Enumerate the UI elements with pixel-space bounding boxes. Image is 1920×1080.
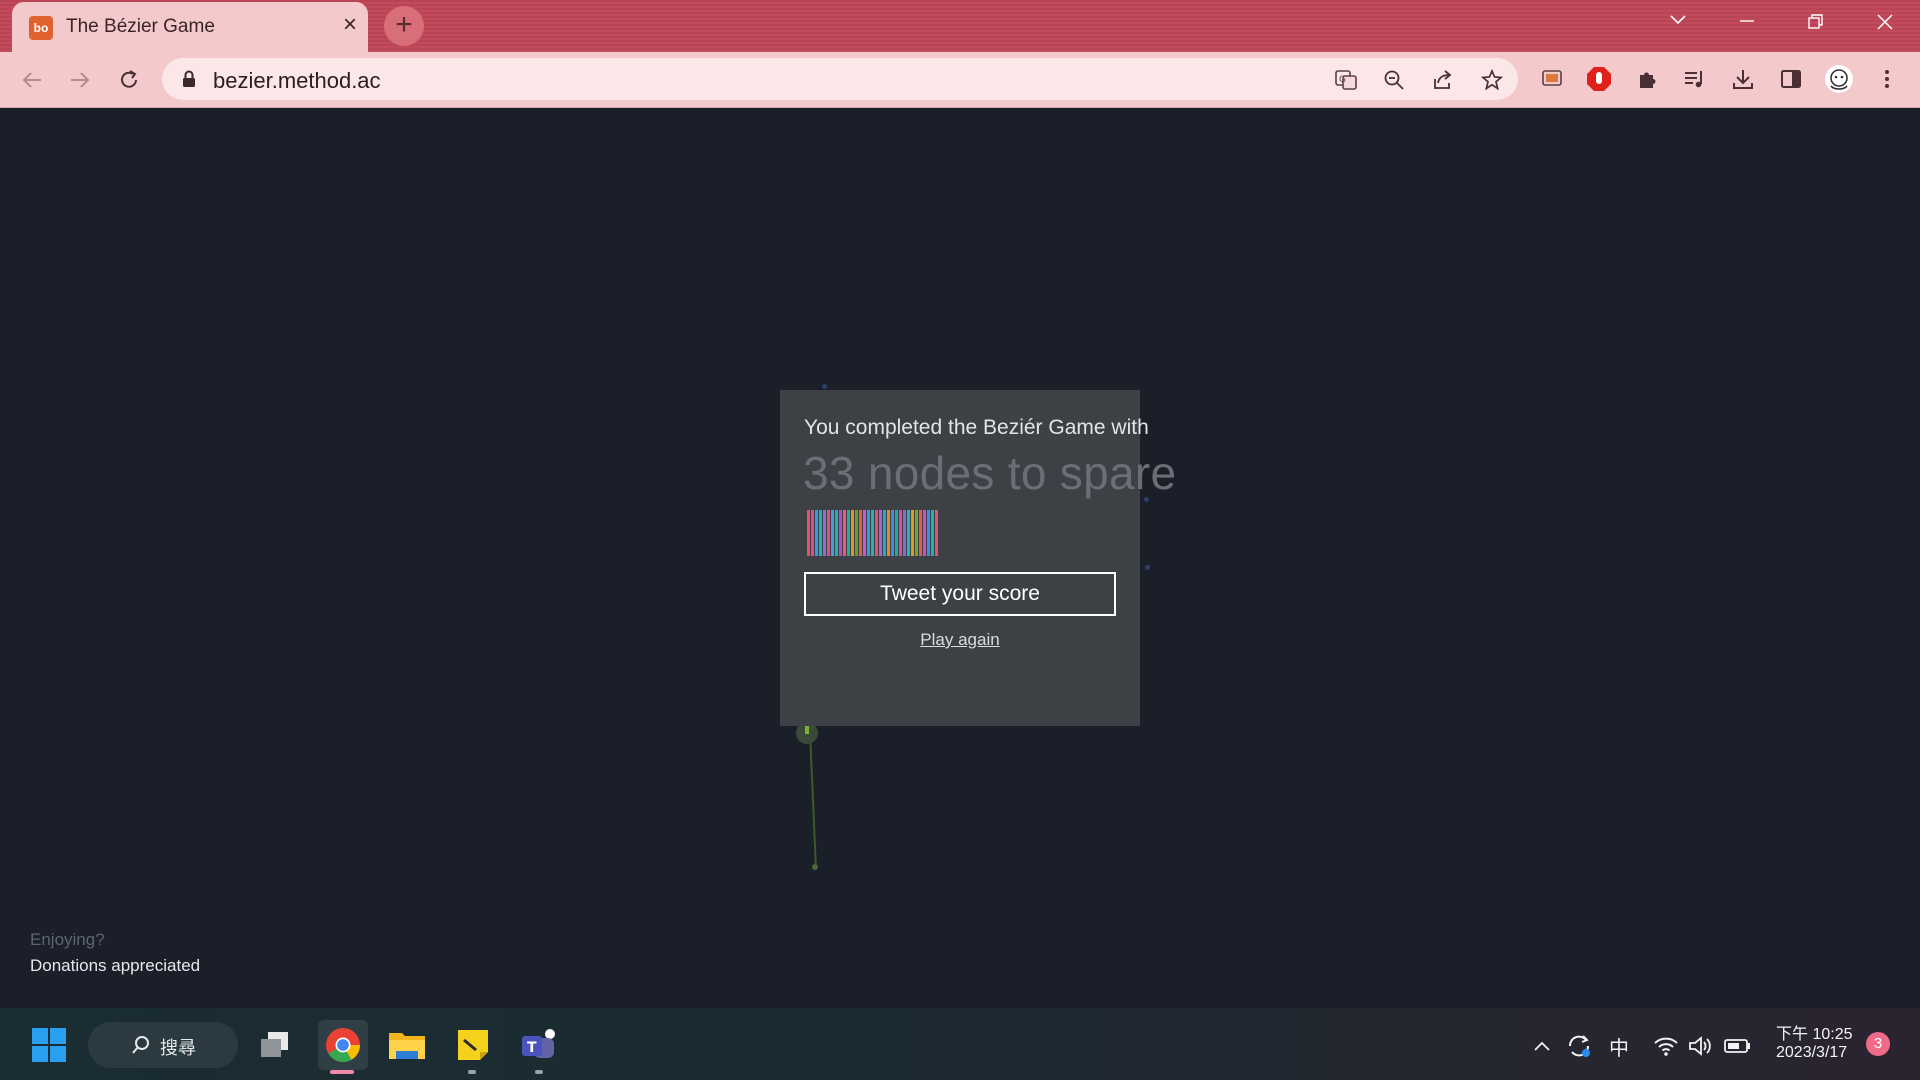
enjoying-label: Enjoying? (30, 930, 105, 949)
reload-button[interactable] (113, 64, 145, 96)
browser-toolbar: bezier.method.ac G (0, 52, 1920, 108)
clock-time[interactable]: 下午 10:25 (1776, 1020, 1853, 1044)
svg-text:T: T (527, 1040, 537, 1056)
downloads-icon[interactable] (1728, 64, 1758, 94)
score-bar-graphic (807, 510, 1007, 556)
ime-indicator[interactable]: 中 (1605, 1032, 1633, 1060)
score-bar (887, 510, 890, 556)
score-bar (911, 510, 914, 556)
sticky-notes-icon[interactable] (450, 1022, 496, 1068)
translate-icon[interactable]: G (1333, 67, 1359, 93)
taskbar-search[interactable]: 搜尋 (88, 1022, 238, 1068)
chrome-taskbar-icon[interactable] (318, 1020, 368, 1070)
new-tab-button[interactable]: + (384, 6, 424, 46)
score-bar (867, 510, 870, 556)
windows-start-icon[interactable] (26, 1022, 72, 1068)
curve-node (1145, 565, 1150, 570)
chrome-active-indicator (330, 1070, 354, 1074)
media-queue-icon[interactable] (1680, 64, 1710, 94)
score-bar (811, 510, 814, 556)
score-bar (835, 510, 838, 556)
score-bar (907, 510, 910, 556)
minimize-button[interactable] (1713, 0, 1781, 44)
share-icon[interactable] (1430, 67, 1456, 93)
file-explorer-icon[interactable] (384, 1022, 430, 1068)
completion-message: You completed the Beziér Game with (804, 416, 1149, 439)
teams-indicator (535, 1070, 543, 1074)
bezier-handle-node[interactable] (812, 864, 818, 870)
score-bar (863, 510, 866, 556)
task-view-icon[interactable] (252, 1022, 298, 1068)
notification-badge[interactable]: 3 (1866, 1032, 1890, 1056)
score-bar (927, 510, 930, 556)
tweet-score-button[interactable]: Tweet your score (804, 572, 1116, 616)
score-bar (847, 510, 850, 556)
show-hidden-icons-chevron-icon[interactable] (1528, 1032, 1556, 1060)
clock-date[interactable]: 2023/3/17 (1776, 1044, 1847, 1062)
play-again-link[interactable]: Play again (780, 630, 1140, 650)
score-bar (931, 510, 934, 556)
score-bar (851, 510, 854, 556)
score-bar (827, 510, 830, 556)
wifi-icon[interactable] (1652, 1032, 1680, 1060)
forward-button[interactable] (64, 64, 96, 96)
side-panel-icon[interactable] (1776, 64, 1806, 94)
game-complete-dialog: You completed the Beziér Game with 33 no… (780, 390, 1176, 726)
svg-text:G: G (1339, 75, 1346, 85)
url-text[interactable]: bezier.method.ac (213, 68, 381, 94)
zoom-out-icon[interactable] (1381, 67, 1407, 93)
score-bar (899, 510, 902, 556)
score-bar (871, 510, 874, 556)
extensions-puzzle-icon[interactable] (1632, 64, 1662, 94)
bookmark-star-icon[interactable] (1479, 67, 1505, 93)
adblock-icon[interactable] (1584, 64, 1614, 94)
volume-icon[interactable] (1687, 1032, 1715, 1060)
score-text: 33 nodes to spare (803, 447, 1177, 499)
sticky-notes-indicator (468, 1070, 476, 1074)
close-window-button[interactable] (1851, 0, 1919, 44)
tab-search-chevron-icon[interactable] (1644, 0, 1712, 44)
score-bar (855, 510, 858, 556)
score-bar (875, 510, 878, 556)
tab-close-icon[interactable]: × (338, 13, 362, 37)
score-bar (815, 510, 818, 556)
browser-tab-active[interactable]: bo The Bézier Game × (12, 2, 368, 52)
score-bar (919, 510, 922, 556)
back-button[interactable] (16, 64, 48, 96)
battery-icon[interactable] (1724, 1032, 1752, 1060)
score-bar (879, 510, 882, 556)
score-bar (923, 510, 926, 556)
score-bar (895, 510, 898, 556)
donations-link[interactable]: Donations appreciated (30, 956, 200, 976)
score-bar (843, 510, 846, 556)
sync-icon[interactable] (1565, 1032, 1593, 1060)
tab-title: The Bézier Game (66, 16, 215, 37)
score-bar (883, 510, 886, 556)
score-bar (935, 510, 938, 556)
cast-extension-icon[interactable] (1537, 64, 1567, 94)
score-bar (839, 510, 842, 556)
browser-menu-icon[interactable] (1872, 64, 1902, 94)
score-bar (831, 510, 834, 556)
restore-button[interactable] (1782, 0, 1850, 44)
search-icon (130, 1034, 152, 1061)
score-bar (903, 510, 906, 556)
score-bar (823, 510, 826, 556)
address-bar[interactable]: bezier.method.ac G (162, 58, 1518, 100)
windows-taskbar: 搜尋 T 中 (0, 1008, 1920, 1080)
search-label: 搜尋 (160, 1038, 196, 1058)
bezier-handle-line (809, 731, 817, 868)
curve-node (822, 384, 827, 389)
score-bar (915, 510, 918, 556)
lock-icon[interactable] (182, 70, 196, 93)
teams-icon[interactable]: T (516, 1022, 562, 1068)
browser-tabstrip: bo The Bézier Game × + (0, 0, 1920, 52)
score-bar (859, 510, 862, 556)
profile-avatar[interactable] (1824, 64, 1854, 94)
tab-favicon-icon: bo (29, 16, 53, 40)
score-bar (891, 510, 894, 556)
score-bar (819, 510, 822, 556)
score-bar (807, 510, 810, 556)
